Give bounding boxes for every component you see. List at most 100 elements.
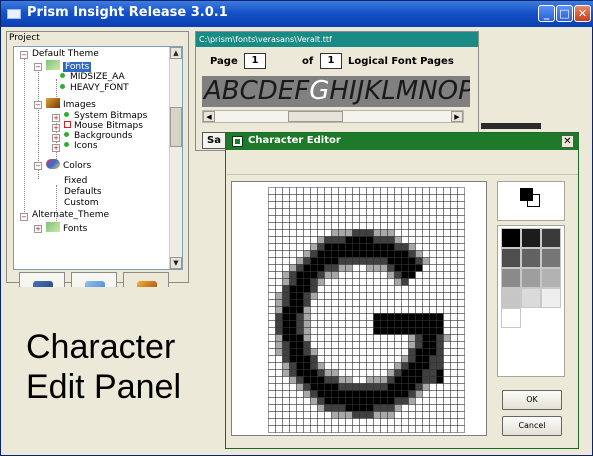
pixel-cell[interactable]: [331, 271, 339, 279]
pixel-cell[interactable]: [366, 369, 374, 377]
pixel-cell[interactable]: [310, 278, 318, 286]
pixel-cell[interactable]: [436, 320, 444, 328]
pixel-cell[interactable]: [310, 208, 318, 216]
pixel-cell[interactable]: [443, 313, 451, 321]
pixel-cell[interactable]: [289, 376, 297, 384]
pixel-cell[interactable]: [331, 250, 339, 258]
pixel-cell[interactable]: [310, 320, 318, 328]
pixel-cell[interactable]: [401, 271, 409, 279]
pixel-cell[interactable]: [282, 404, 290, 412]
pixel-cell[interactable]: [338, 299, 346, 307]
pixel-cell[interactable]: [373, 271, 381, 279]
pixel-cell[interactable]: [296, 320, 304, 328]
pixel-cell[interactable]: [429, 285, 437, 293]
pixel-cell[interactable]: [380, 271, 388, 279]
pixel-cell[interactable]: [422, 299, 430, 307]
pixel-cell[interactable]: [303, 257, 311, 265]
pixel-cell[interactable]: [436, 362, 444, 370]
pixel-cell[interactable]: [282, 362, 290, 370]
pixel-cell[interactable]: [338, 236, 346, 244]
pixel-cell[interactable]: [450, 236, 458, 244]
pixel-cell[interactable]: [268, 334, 276, 342]
pixel-cell[interactable]: [415, 306, 423, 314]
icons-toggle[interactable]: +: [52, 144, 60, 152]
pixel-cell[interactable]: [380, 411, 388, 419]
pixel-cell[interactable]: [436, 187, 444, 195]
pixel-cell[interactable]: [429, 341, 437, 349]
pixel-cell[interactable]: [422, 250, 430, 258]
pixel-cell[interactable]: [408, 299, 416, 307]
pixel-cell[interactable]: [317, 320, 325, 328]
pixel-cell[interactable]: [415, 299, 423, 307]
tree-item-colors[interactable]: Colors: [46, 159, 91, 171]
pixel-cell[interactable]: [401, 362, 409, 370]
pixel-cell[interactable]: [422, 362, 430, 370]
pixel-cell[interactable]: [310, 362, 318, 370]
pixel-cell[interactable]: [450, 404, 458, 412]
pixel-cell[interactable]: [303, 390, 311, 398]
pixel-cell[interactable]: [296, 341, 304, 349]
pixel-cell[interactable]: [408, 271, 416, 279]
pixel-cell[interactable]: [366, 341, 374, 349]
palette-swatch[interactable]: [521, 288, 541, 308]
pixel-cell[interactable]: [457, 411, 465, 419]
pixel-cell[interactable]: [429, 243, 437, 251]
pixel-cell[interactable]: [324, 334, 332, 342]
pixel-cell[interactable]: [289, 201, 297, 209]
pixel-cell[interactable]: [401, 222, 409, 230]
pixel-cell[interactable]: [324, 229, 332, 237]
pixel-cell[interactable]: [422, 320, 430, 328]
pixel-cell[interactable]: [303, 285, 311, 293]
pixel-cell[interactable]: [443, 208, 451, 216]
pixel-cell[interactable]: [331, 264, 339, 272]
pixel-cell[interactable]: [443, 341, 451, 349]
pixel-cell[interactable]: [401, 327, 409, 335]
pixel-cell[interactable]: [282, 418, 290, 426]
pixel-cell[interactable]: [275, 383, 283, 391]
pixel-cell[interactable]: [275, 390, 283, 398]
pixel-cell[interactable]: [457, 306, 465, 314]
pixel-cell[interactable]: [415, 369, 423, 377]
pixel-cell[interactable]: [422, 313, 430, 321]
pixel-cell[interactable]: [324, 390, 332, 398]
pixel-cell[interactable]: [275, 278, 283, 286]
pixel-cell[interactable]: [352, 327, 360, 335]
pixel-cell[interactable]: [338, 418, 346, 426]
pixel-cell[interactable]: [408, 404, 416, 412]
pixel-cell[interactable]: [289, 418, 297, 426]
pixel-cell[interactable]: [443, 348, 451, 356]
pixel-cell[interactable]: [303, 397, 311, 405]
palette-swatch[interactable]: [501, 288, 521, 308]
pixel-cell[interactable]: [450, 341, 458, 349]
pixel-cell[interactable]: [373, 425, 381, 433]
pixel-cell[interactable]: [380, 383, 388, 391]
pixel-cell[interactable]: [331, 390, 339, 398]
pixel-cell[interactable]: [394, 411, 402, 419]
pixel-cell[interactable]: [429, 229, 437, 237]
pixel-cell[interactable]: [429, 327, 437, 335]
pixel-cell[interactable]: [345, 390, 353, 398]
pixel-cell[interactable]: [352, 243, 360, 251]
pixel-cell[interactable]: [352, 299, 360, 307]
backgrounds-toggle[interactable]: +: [52, 134, 60, 142]
pixel-cell[interactable]: [457, 313, 465, 321]
pixel-cell[interactable]: [310, 222, 318, 230]
pixel-cell[interactable]: [310, 229, 318, 237]
pixel-cell[interactable]: [450, 369, 458, 377]
pixel-cell[interactable]: [394, 390, 402, 398]
pixel-cell[interactable]: [443, 257, 451, 265]
pixel-cell[interactable]: [366, 355, 374, 363]
pixel-cell[interactable]: [387, 334, 395, 342]
pixel-cell[interactable]: [387, 306, 395, 314]
pixel-cell[interactable]: [401, 313, 409, 321]
pixel-cell[interactable]: [275, 404, 283, 412]
pixel-cell[interactable]: [338, 362, 346, 370]
pixel-cell[interactable]: [443, 425, 451, 433]
pixel-cell[interactable]: [345, 215, 353, 223]
pixel-cell[interactable]: [380, 355, 388, 363]
pixel-cell[interactable]: [401, 278, 409, 286]
pixel-cell[interactable]: [275, 292, 283, 300]
pixel-cell[interactable]: [324, 397, 332, 405]
pixel-cell[interactable]: [352, 320, 360, 328]
pixel-cell[interactable]: [415, 250, 423, 258]
